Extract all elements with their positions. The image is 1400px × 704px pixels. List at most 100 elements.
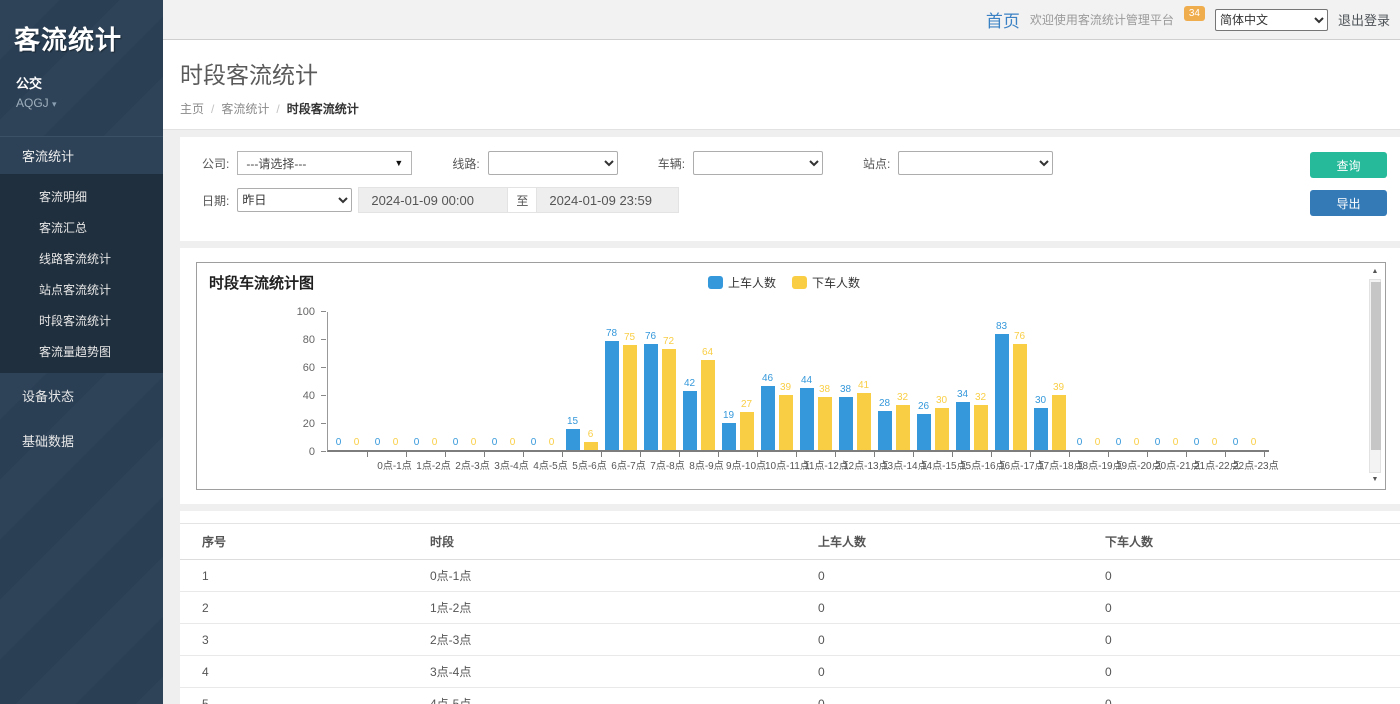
bar-value-label: 32	[975, 392, 986, 404]
table-row[interactable]: 21点-2点00	[180, 592, 1400, 624]
bar-value-label: 76	[1014, 331, 1025, 343]
bar-上车人数[interactable]	[1034, 408, 1048, 450]
bar-value-label: 0	[336, 437, 342, 449]
table-row[interactable]: 10点-1点00	[180, 560, 1400, 592]
user-dropdown[interactable]: AQGJ ▾	[0, 92, 163, 124]
bar-group-5点-6点: 00	[523, 312, 562, 450]
sidebar-submenu: 客流明细客流汇总线路客流统计站点客流统计时段客流统计客流量趋势图	[0, 175, 163, 373]
sidebar-item-基础数据[interactable]: 基础数据	[0, 418, 163, 463]
bar-下车人数[interactable]	[779, 395, 793, 450]
bar-group-16点-17点: 34 32	[952, 312, 991, 450]
bar-下车人数[interactable]	[584, 442, 598, 450]
bar-上车人数[interactable]	[605, 341, 619, 450]
bar-上车人数[interactable]	[839, 397, 853, 450]
sidebar-item-设备状态[interactable]: 设备状态	[0, 373, 163, 418]
query-button[interactable]: 查询	[1310, 152, 1387, 178]
sidebar-item-线路客流统计[interactable]: 线路客流统计	[0, 243, 163, 274]
x-tick-label: 19点-20点	[1116, 457, 1155, 472]
scrollbar-down-icon[interactable]: ▼	[1368, 474, 1382, 486]
table-row[interactable]: 54点-5点00	[180, 688, 1400, 704]
company-select[interactable]: ---请选择--- ▼	[237, 151, 412, 175]
bar-上车人数[interactable]	[878, 411, 892, 450]
bar-cell: 0	[467, 312, 481, 450]
table-cell: 1	[180, 560, 408, 592]
bar-cell: 32	[896, 312, 910, 450]
vehicle-label: 车辆:	[658, 155, 685, 172]
bar-cell: 34	[956, 312, 970, 450]
dropdown-arrow-icon: ▼	[394, 158, 403, 168]
legend-entry-上车人数[interactable]: 上车人数	[708, 274, 776, 291]
bar-value-label: 39	[780, 382, 791, 394]
bar-cell: 0	[1151, 312, 1165, 450]
station-select[interactable]	[898, 151, 1053, 175]
breadcrumb-home[interactable]: 主页	[180, 102, 204, 116]
bar-下车人数[interactable]	[896, 405, 910, 450]
bar-下车人数[interactable]	[818, 397, 832, 450]
bar-value-label: 0	[1251, 437, 1257, 449]
sidebar-item-站点客流统计[interactable]: 站点客流统计	[0, 274, 163, 305]
bar-value-label: 83	[996, 321, 1007, 333]
bar-cell: 0	[488, 312, 502, 450]
breadcrumb-passenger-stats[interactable]: 客流统计	[221, 102, 269, 116]
bar-上车人数[interactable]	[917, 414, 931, 450]
bar-cell: 0	[350, 312, 364, 450]
bar-group-7点-8点: 7875	[601, 312, 640, 450]
bar-cell: 0	[1190, 312, 1204, 450]
bar-value-label: 46	[762, 373, 773, 385]
export-button[interactable]: 导出	[1310, 190, 1387, 216]
date-end-input[interactable]: 2024-01-09 23:59	[536, 187, 679, 213]
bar-cell: 0	[1169, 312, 1183, 450]
bar-上车人数[interactable]	[800, 388, 814, 450]
sidebar-item-时段客流统计[interactable]: 时段客流统计	[0, 305, 163, 336]
bar-value-label: 44	[801, 375, 812, 387]
bar-下车人数[interactable]	[1013, 344, 1027, 450]
bar-下车人数[interactable]	[935, 408, 949, 450]
bar-下车人数[interactable]	[740, 412, 754, 450]
bar-value-label: 0	[414, 437, 420, 449]
bar-cell: 19	[722, 312, 736, 450]
sidebar-item-客流量趋势图[interactable]: 客流量趋势图	[0, 336, 163, 367]
bar-group-4点-5点: 00	[484, 312, 523, 450]
vehicle-select[interactable]	[693, 151, 823, 175]
scrollbar-up-icon[interactable]: ▲	[1368, 266, 1382, 278]
bar-下车人数[interactable]	[857, 393, 871, 450]
bar-下车人数[interactable]	[974, 405, 988, 450]
scrollbar-track[interactable]	[1369, 279, 1381, 473]
line-select[interactable]	[488, 151, 618, 175]
x-tick-label: 16点-17点	[999, 457, 1038, 472]
bar-上车人数[interactable]	[566, 429, 580, 450]
bar-value-label: 30	[1035, 395, 1046, 407]
bar-上车人数[interactable]	[683, 391, 697, 450]
logout-link[interactable]: 退出登录	[1338, 10, 1390, 29]
x-tick-label: 7点-8点	[648, 457, 687, 472]
y-tick-mark	[321, 367, 326, 368]
sidebar-item-客流汇总[interactable]: 客流汇总	[0, 212, 163, 243]
bar-下车人数[interactable]	[662, 349, 676, 450]
bar-上车人数[interactable]	[761, 386, 775, 450]
date-preset-select[interactable]: 昨日	[237, 188, 352, 212]
table-row[interactable]: 32点-3点00	[180, 624, 1400, 656]
legend-entry-下车人数[interactable]: 下车人数	[792, 274, 860, 291]
bar-上车人数[interactable]	[995, 334, 1009, 450]
bar-value-label: 0	[393, 437, 399, 449]
line-label: 线路:	[452, 155, 479, 172]
language-select[interactable]: 简体中文	[1215, 9, 1328, 31]
bar-上车人数[interactable]	[956, 402, 970, 450]
home-link[interactable]: 首页	[986, 7, 1020, 32]
bar-下车人数[interactable]	[701, 360, 715, 450]
sidebar-item-客流明细[interactable]: 客流明细	[0, 181, 163, 212]
bar-value-label: 0	[1134, 437, 1140, 449]
table-row[interactable]: 43点-4点00	[180, 656, 1400, 688]
date-start-input[interactable]: 2024-01-09 00:00	[358, 187, 508, 213]
bar-上车人数[interactable]	[644, 344, 658, 450]
legend-label: 上车人数	[728, 274, 776, 291]
bar-cell: 46	[761, 312, 775, 450]
sidebar-section-passenger-stats[interactable]: 客流统计	[0, 136, 163, 175]
notification-badge[interactable]: 34	[1184, 6, 1205, 21]
bar-上车人数[interactable]	[722, 423, 736, 450]
chart-scrollbar[interactable]: ▲ ▼	[1368, 266, 1382, 486]
table-cell: 0	[1083, 624, 1400, 656]
bar-下车人数[interactable]	[1052, 395, 1066, 450]
scrollbar-thumb[interactable]	[1371, 282, 1381, 450]
bar-下车人数[interactable]	[623, 345, 637, 450]
